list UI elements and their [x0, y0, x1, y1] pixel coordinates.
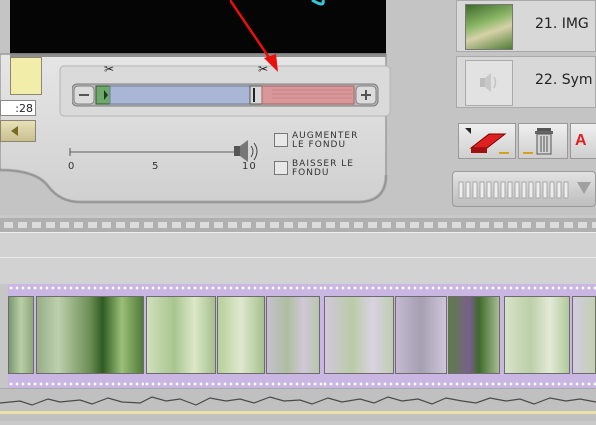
- video-clip[interactable]: [8, 284, 146, 388]
- divider-dash: [186, 222, 195, 228]
- divider-dash: [4, 222, 13, 228]
- divider-dash: [326, 222, 335, 228]
- video-clip[interactable]: [144, 284, 322, 388]
- increase-fade-checkbox[interactable]: [274, 133, 288, 147]
- timeline-divider: [0, 218, 596, 232]
- divider-dash: [102, 222, 111, 228]
- divider-dash: [270, 222, 279, 228]
- divider-dash: [228, 222, 237, 228]
- speaker-icon: [465, 60, 513, 106]
- divider-dash: [144, 222, 153, 228]
- divider-dash: [32, 222, 41, 228]
- divider-dash: [396, 222, 405, 228]
- divider-dash: [312, 222, 321, 228]
- clip-toolbar: A: [452, 120, 596, 162]
- decrease-fade-label-line2: FONDU: [292, 168, 330, 178]
- rewind-button[interactable]: [0, 120, 36, 142]
- divider-dash: [256, 222, 265, 228]
- divider-dash: [578, 222, 587, 228]
- divider-dash: [592, 222, 596, 228]
- media-list-item[interactable]: 21. IMG: [456, 0, 596, 52]
- divider-dash: [18, 222, 27, 228]
- divider-dash: [382, 222, 391, 228]
- divider-dash: [550, 222, 559, 228]
- video-clip[interactable]: [502, 284, 596, 388]
- volume-tick: 0: [68, 161, 76, 172]
- divider-dash: [46, 222, 55, 228]
- media-list-item[interactable]: 22. Sym: [456, 56, 596, 108]
- divider-dash: [88, 222, 97, 228]
- volume-tick: 10: [242, 161, 257, 172]
- divider-dash: [466, 222, 475, 228]
- trim-end-handle[interactable]: [249, 85, 263, 105]
- video-track: [0, 284, 596, 388]
- scissors-icon: ✂: [258, 62, 268, 76]
- divider-dash: [508, 222, 517, 228]
- eraser-icon: [465, 128, 509, 154]
- divider-dash: [242, 222, 251, 228]
- trash-icon: [523, 128, 553, 155]
- divider-dash: [60, 222, 69, 228]
- divider-dash: [158, 222, 167, 228]
- divider-dash: [438, 222, 447, 228]
- media-item-label: 21. IMG: [535, 16, 589, 32]
- decrease-fade-label: BAISSER LE FONDU: [292, 160, 354, 178]
- increase-fade-label: AUGMENTER LE FONDU: [292, 132, 358, 150]
- trim-cut-region: [261, 85, 355, 105]
- timeline-scroller[interactable]: [452, 171, 596, 207]
- add-text-button[interactable]: A: [570, 123, 596, 159]
- volume-tick: 5: [152, 161, 160, 172]
- delete-button[interactable]: [518, 123, 568, 159]
- divider-dash: [480, 222, 489, 228]
- zoom-in-button[interactable]: [355, 85, 377, 105]
- preview-color-swatch: [10, 57, 42, 95]
- divider-dash: [368, 222, 377, 228]
- divider-dash: [172, 222, 181, 228]
- divider-dash: [354, 222, 363, 228]
- scissors-icon: ✂: [104, 62, 114, 76]
- divider-dash: [452, 222, 461, 228]
- trim-kept-region: [109, 85, 251, 105]
- media-item-label: 22. Sym: [535, 72, 593, 88]
- divider-dash: [116, 222, 125, 228]
- decrease-fade-checkbox[interactable]: [274, 161, 288, 175]
- divider-dash: [74, 222, 83, 228]
- divider-dash: [536, 222, 545, 228]
- svg-text:✂: ✂: [258, 62, 268, 76]
- trim-slider[interactable]: [71, 82, 382, 108]
- audio-track: [0, 388, 596, 421]
- time-display: :28: [0, 100, 36, 116]
- divider-dash: [284, 222, 293, 228]
- divider-dash: [494, 222, 503, 228]
- volume-slider[interactable]: [66, 138, 266, 164]
- divider-dash: [200, 222, 209, 228]
- divider-dash: [130, 222, 139, 228]
- rewind-icon: [11, 126, 18, 136]
- speaker-icon: [234, 140, 258, 162]
- text-icon: A: [575, 132, 587, 149]
- media-list: 21. IMG 22. Sym: [452, 0, 596, 112]
- divider-dash: [214, 222, 223, 228]
- increase-fade-label-line2: LE FONDU: [292, 140, 347, 150]
- annotation-arrow: [230, 0, 325, 72]
- divider-dash: [564, 222, 573, 228]
- svg-text:✂: ✂: [104, 62, 114, 76]
- divider-dash: [298, 222, 307, 228]
- divider-dash: [522, 222, 531, 228]
- divider-dash: [410, 222, 419, 228]
- timeline-ruler: [0, 232, 596, 285]
- divider-dash: [340, 222, 349, 228]
- image-icon: [465, 4, 513, 50]
- video-clip[interactable]: [322, 284, 502, 388]
- chevron-down-icon: [577, 182, 591, 194]
- divider-dash: [424, 222, 433, 228]
- zoom-out-button[interactable]: [73, 85, 95, 105]
- erase-button[interactable]: [458, 123, 516, 159]
